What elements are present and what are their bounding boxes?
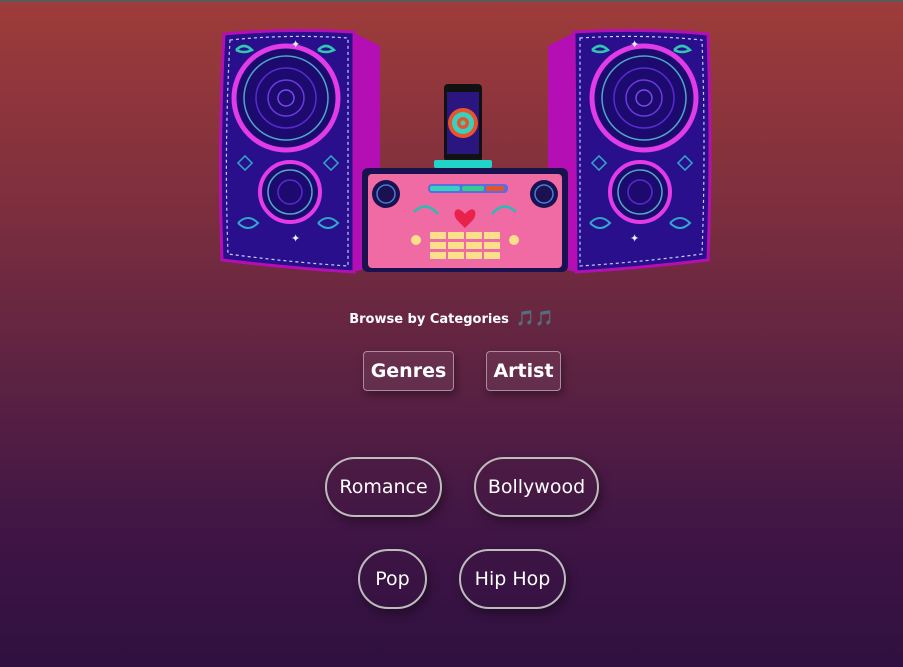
right-speaker: ✦ ✦ (548, 28, 712, 274)
music-note-icon: 🎵🎵 (516, 309, 554, 327)
tab-artist[interactable]: Artist (486, 351, 561, 391)
svg-text:✦: ✦ (630, 232, 639, 245)
browse-caption-text: Browse by Categories (349, 312, 509, 327)
stereo-illustration: ✦ ✦ ✦ ✦ (218, 28, 712, 274)
browse-caption: Browse by Categories 🎵🎵 (0, 309, 903, 327)
genre-button-pop[interactable]: Pop (358, 549, 427, 609)
genre-button-hip-hop[interactable]: Hip Hop (459, 549, 566, 609)
genre-button-bollywood[interactable]: Bollywood (474, 457, 599, 517)
svg-text:✦: ✦ (630, 38, 639, 51)
left-speaker: ✦ ✦ (218, 28, 380, 274)
tab-genres[interactable]: Genres (363, 351, 454, 391)
phone-dock (434, 84, 492, 168)
base-unit (362, 168, 568, 272)
genre-button-romance[interactable]: Romance (325, 457, 442, 517)
top-border (0, 0, 903, 2)
svg-text:✦: ✦ (291, 232, 300, 245)
svg-text:✦: ✦ (291, 38, 300, 51)
